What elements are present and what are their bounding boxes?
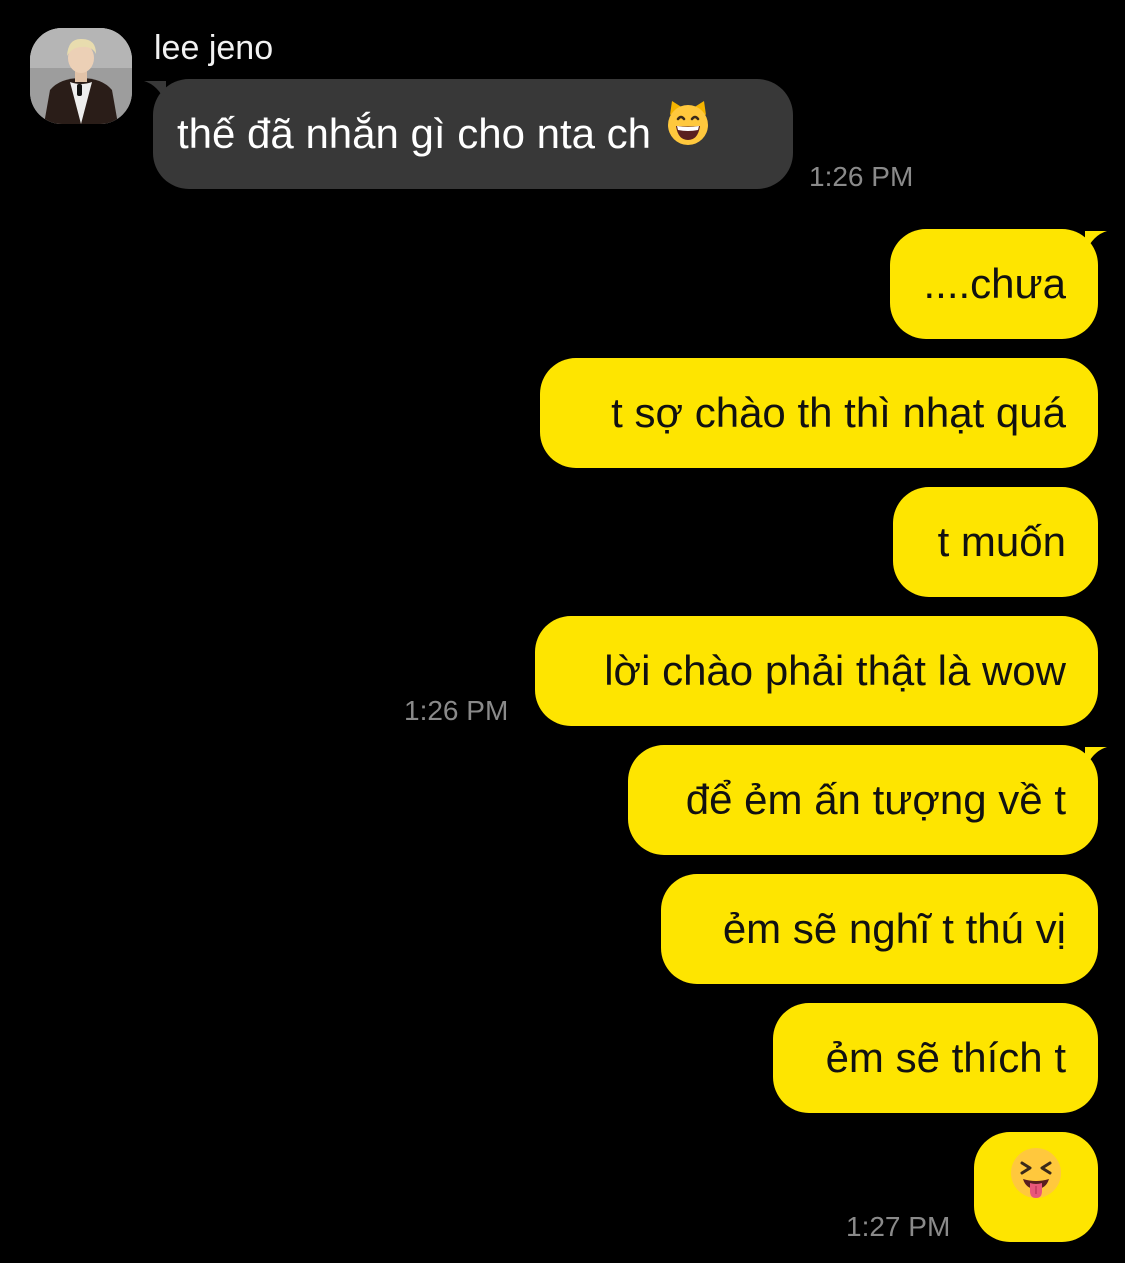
bubble-tail-icon bbox=[144, 81, 166, 103]
bubble-tail-icon bbox=[1085, 747, 1107, 769]
message-timestamp: 1:27 PM bbox=[846, 1211, 951, 1242]
bubble-tail-icon bbox=[1085, 231, 1107, 253]
outgoing-message-bubble[interactable]: để ẻm ấn tượng về t bbox=[628, 745, 1107, 855]
message-text: ẻm sẽ nghĩ t thú vị bbox=[722, 905, 1066, 952]
message-text: t muốn bbox=[937, 518, 1066, 565]
outgoing-message-bubble[interactable]: t sợ chào th thì nhạt quá bbox=[540, 358, 1098, 468]
outgoing-message-bubble[interactable]: ẻm sẽ nghĩ t thú vị bbox=[661, 874, 1098, 984]
message-timestamp: 1:26 PM bbox=[809, 161, 914, 192]
outgoing-message-bubble[interactable] bbox=[974, 1132, 1098, 1242]
message-timestamp: 1:26 PM bbox=[404, 695, 509, 726]
message-text: ẻm sẽ thích t bbox=[825, 1034, 1066, 1081]
squinting-face-with-tongue-icon bbox=[1008, 1132, 1064, 1242]
incoming-message-bubble[interactable]: thế đã nhắn gì cho nta ch bbox=[144, 78, 793, 189]
outgoing-message-bubble[interactable]: lời chào phải thật là wow bbox=[535, 616, 1098, 726]
profile-photo-icon bbox=[30, 28, 132, 124]
grinning-cat-face-icon bbox=[663, 78, 713, 188]
outgoing-message-bubble[interactable]: ẻm sẽ thích t bbox=[773, 1003, 1098, 1113]
outgoing-message-bubble[interactable]: ....chưa bbox=[890, 229, 1107, 339]
message-text: để ẻm ấn tượng về t bbox=[685, 776, 1066, 823]
message-text: thế đã nhắn gì cho nta ch bbox=[177, 110, 652, 157]
contact-avatar[interactable] bbox=[30, 28, 132, 124]
message-text: t sợ chào th thì nhạt quá bbox=[611, 389, 1066, 436]
message-text: lời chào phải thật là wow bbox=[604, 647, 1066, 694]
outgoing-message-bubble[interactable]: t muốn bbox=[893, 487, 1098, 597]
sender-name: lee jeno bbox=[154, 29, 274, 67]
message-text: ....chưa bbox=[923, 260, 1066, 307]
